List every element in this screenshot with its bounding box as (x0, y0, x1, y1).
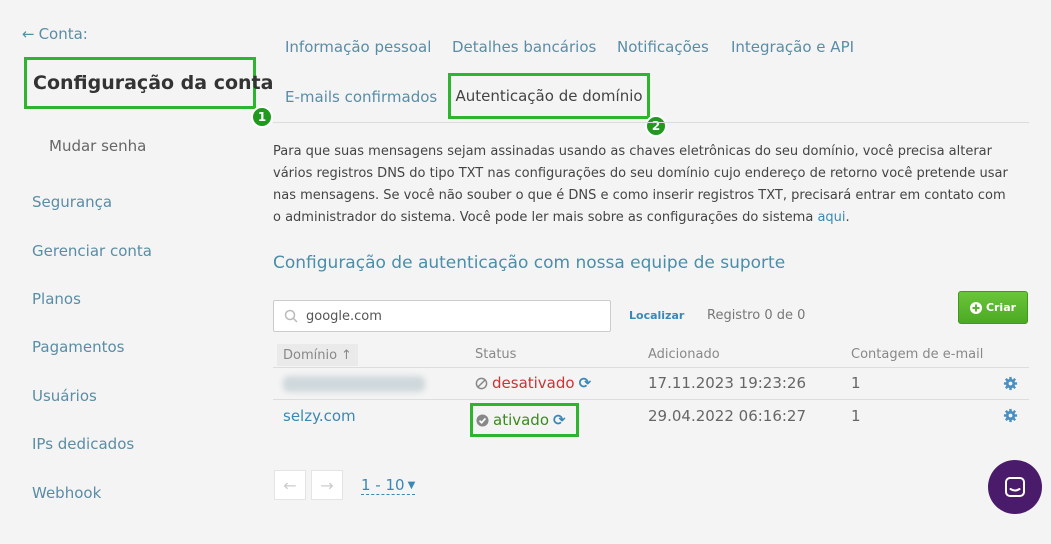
column-header-email-count: Contagem de e-mail (851, 347, 984, 362)
search-icon (284, 309, 298, 323)
row-2-domain[interactable]: selzy.com (283, 407, 356, 425)
tab-notifications[interactable]: Notificações (617, 38, 709, 56)
row-1-added: 17.11.2023 19:23:26 (648, 374, 807, 392)
gear-icon[interactable] (1003, 408, 1018, 423)
create-button-label: Criar (985, 301, 1017, 314)
refresh-icon[interactable]: ⟳ (553, 411, 566, 429)
sidebar-title-highlight: Configuração da conta (24, 57, 273, 109)
status-deactivated: desativado ⟳ (475, 374, 591, 392)
column-header-added: Adicionado (648, 347, 720, 362)
tab-integration-api[interactable]: Integração e API (731, 38, 854, 56)
prev-page-button[interactable]: ← (274, 470, 306, 500)
sidebar-item-payments[interactable]: Pagamentos (32, 338, 125, 356)
tab-confirmed-emails[interactable]: E-mails confirmados (285, 88, 437, 106)
step-badge-1: 1 (251, 106, 273, 128)
column-header-status: Status (475, 347, 517, 362)
description-end: . (845, 210, 850, 225)
record-count: Registro 0 de 0 (707, 308, 806, 323)
back-to-account-link[interactable]: ← Conta: (22, 25, 88, 43)
arrow-left-icon: ← (22, 25, 35, 43)
sidebar-title[interactable]: Configuração da conta (33, 72, 273, 94)
table-row-divider (273, 399, 1029, 400)
arrow-left-icon: ← (283, 475, 297, 495)
step-badge-2: 2 (645, 115, 667, 137)
sidebar-item-dedicated-ips[interactable]: IPs dedicados (32, 435, 134, 453)
domain-search-box[interactable] (273, 300, 611, 332)
create-button[interactable]: Criar (958, 291, 1028, 324)
sidebar-item-security[interactable]: Segurança (32, 193, 112, 211)
row-2-count: 1 (851, 407, 861, 425)
sidebar-item-webhook[interactable]: Webhook (32, 484, 101, 502)
chat-icon (1005, 477, 1025, 497)
disabled-icon (475, 377, 488, 389)
domain-auth-description: Para que suas mensagens sejam assinadas … (273, 141, 1013, 229)
read-more-link[interactable]: aqui (817, 210, 845, 225)
chat-widget-button[interactable] (988, 460, 1042, 514)
back-link-label: Conta: (38, 25, 88, 43)
status-deactivated-label: desativado (492, 374, 575, 392)
blurred-domain (283, 376, 425, 392)
column-header-domain-label: Domínio (283, 347, 338, 363)
description-text: Para que suas mensagens sejam assinadas … (273, 144, 1008, 225)
next-page-button[interactable]: → (311, 470, 343, 500)
tab-bank-details[interactable]: Detalhes bancários (452, 38, 596, 56)
column-header-domain[interactable]: Domínio ↑ (277, 344, 358, 366)
tabs-divider (273, 122, 1029, 123)
plus-circle-icon (969, 301, 982, 314)
arrow-right-icon: → (320, 475, 334, 495)
sidebar-item-change-password[interactable]: Mudar senha (49, 137, 146, 155)
tab-domain-authentication[interactable]: Autenticação de domínio (455, 87, 642, 105)
search-button[interactable]: Localizar (629, 309, 684, 322)
row-1-count: 1 (851, 374, 861, 392)
sidebar-item-manage-account[interactable]: Gerenciar conta (32, 242, 152, 260)
sidebar-item-users[interactable]: Usuários (32, 387, 97, 405)
status-activated-label: ativado (493, 411, 550, 429)
section-title: Configuração de autenticação com nossa e… (273, 253, 786, 273)
tab-personal-info[interactable]: Informação pessoal (285, 38, 431, 56)
table-header-divider (273, 367, 1029, 368)
check-circle-icon (476, 413, 489, 427)
gear-icon[interactable] (1003, 376, 1018, 391)
caret-down-icon: ▼ (407, 479, 416, 491)
status-activated-highlight: ativado ⟳ (470, 403, 579, 437)
row-2-added: 29.04.2022 06:16:27 (648, 407, 807, 425)
refresh-icon[interactable]: ⟳ (579, 374, 592, 392)
page-range-label: 1 - 10 (361, 476, 405, 494)
page-size-select[interactable]: 1 - 10 ▼ (361, 476, 416, 495)
tab-domain-auth-highlight: Autenticação de domínio (448, 73, 650, 119)
sidebar-item-plans[interactable]: Planos (32, 290, 81, 308)
sort-ascending-icon: ↑ (341, 347, 352, 363)
domain-search-input[interactable] (306, 308, 596, 324)
